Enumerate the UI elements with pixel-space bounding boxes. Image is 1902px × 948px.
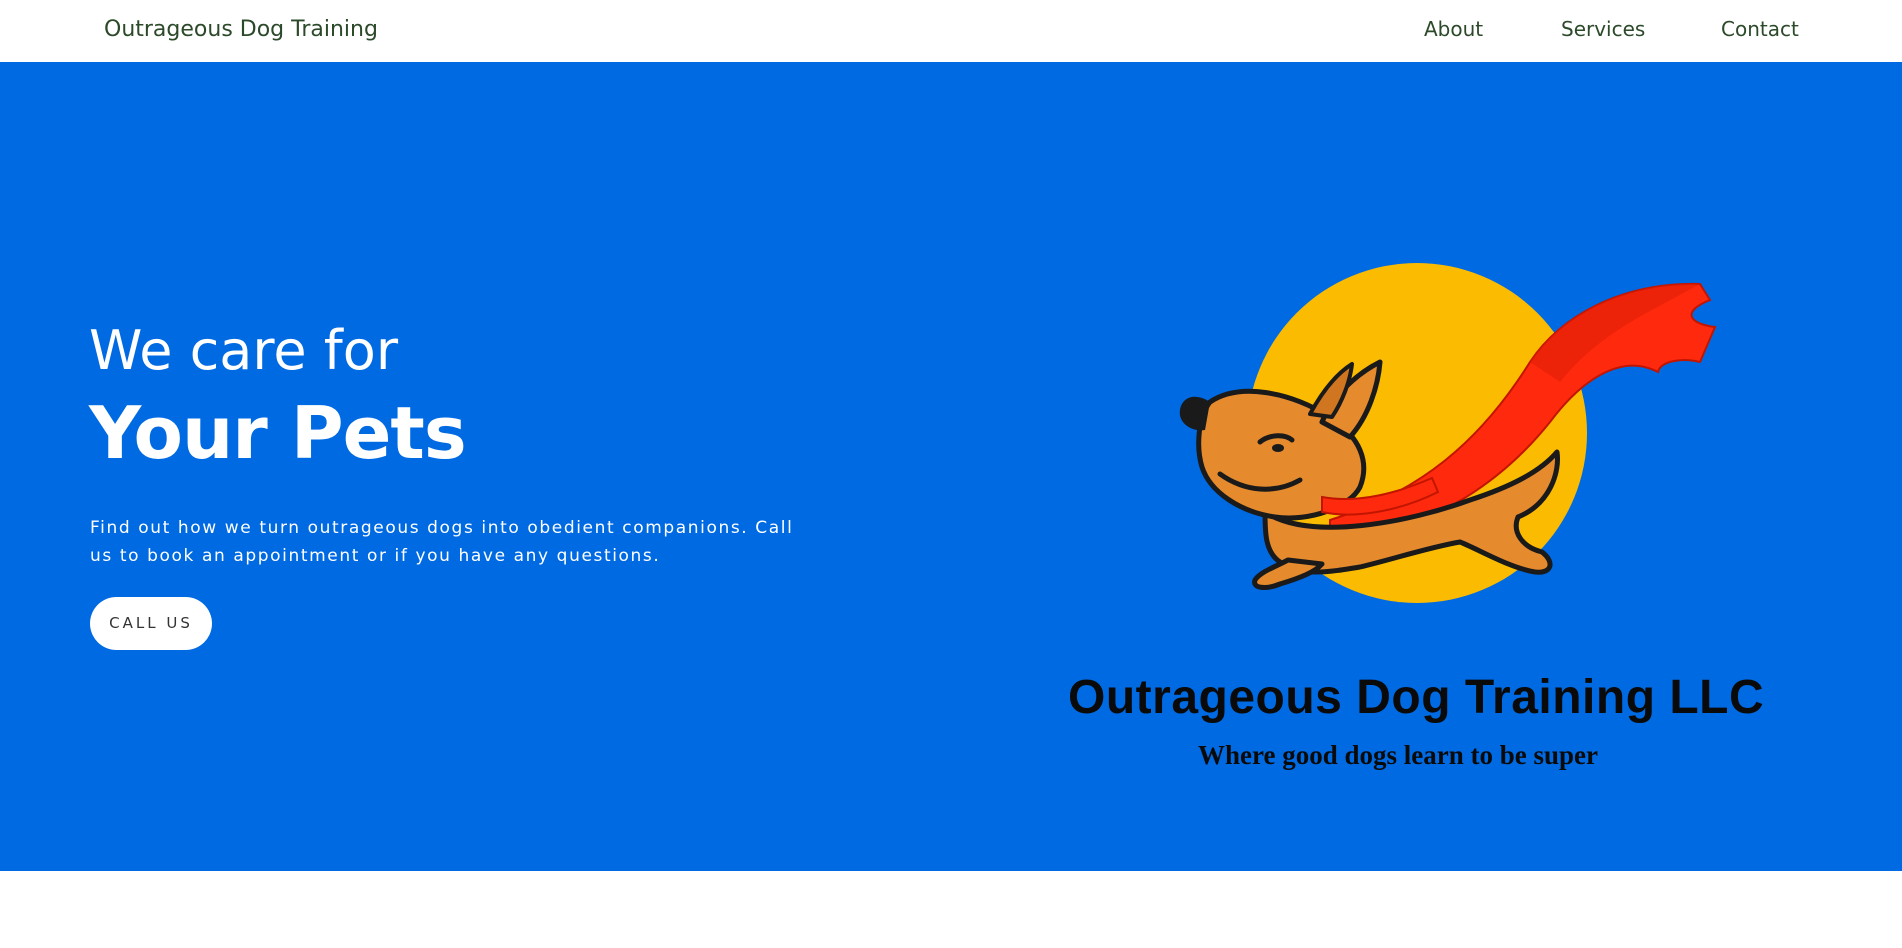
- top-navbar: Outrageous Dog Training About Services C…: [0, 0, 1902, 62]
- hero-description: Find out how we turn outrageous dogs int…: [90, 518, 794, 566]
- call-us-button[interactable]: CALL US: [90, 597, 212, 650]
- hero-section: We care for Your Pets Find out how we tu…: [0, 62, 1902, 871]
- nav-link-about[interactable]: About: [1424, 17, 1483, 41]
- hero-title: Your Pets: [89, 391, 467, 475]
- dog-nose-icon: [1179, 396, 1210, 431]
- hero-kicker: We care for: [89, 319, 399, 382]
- company-logo: Outrageous Dog Training LLC Where good d…: [1060, 242, 1840, 802]
- logo-tagline: Where good dogs learn to be super: [1198, 740, 1599, 770]
- main-nav: About Services Contact: [0, 17, 1902, 47]
- logo-title: Outrageous Dog Training LLC: [1068, 671, 1765, 724]
- nav-link-contact[interactable]: Contact: [1721, 17, 1799, 41]
- nav-link-services[interactable]: Services: [1561, 17, 1645, 41]
